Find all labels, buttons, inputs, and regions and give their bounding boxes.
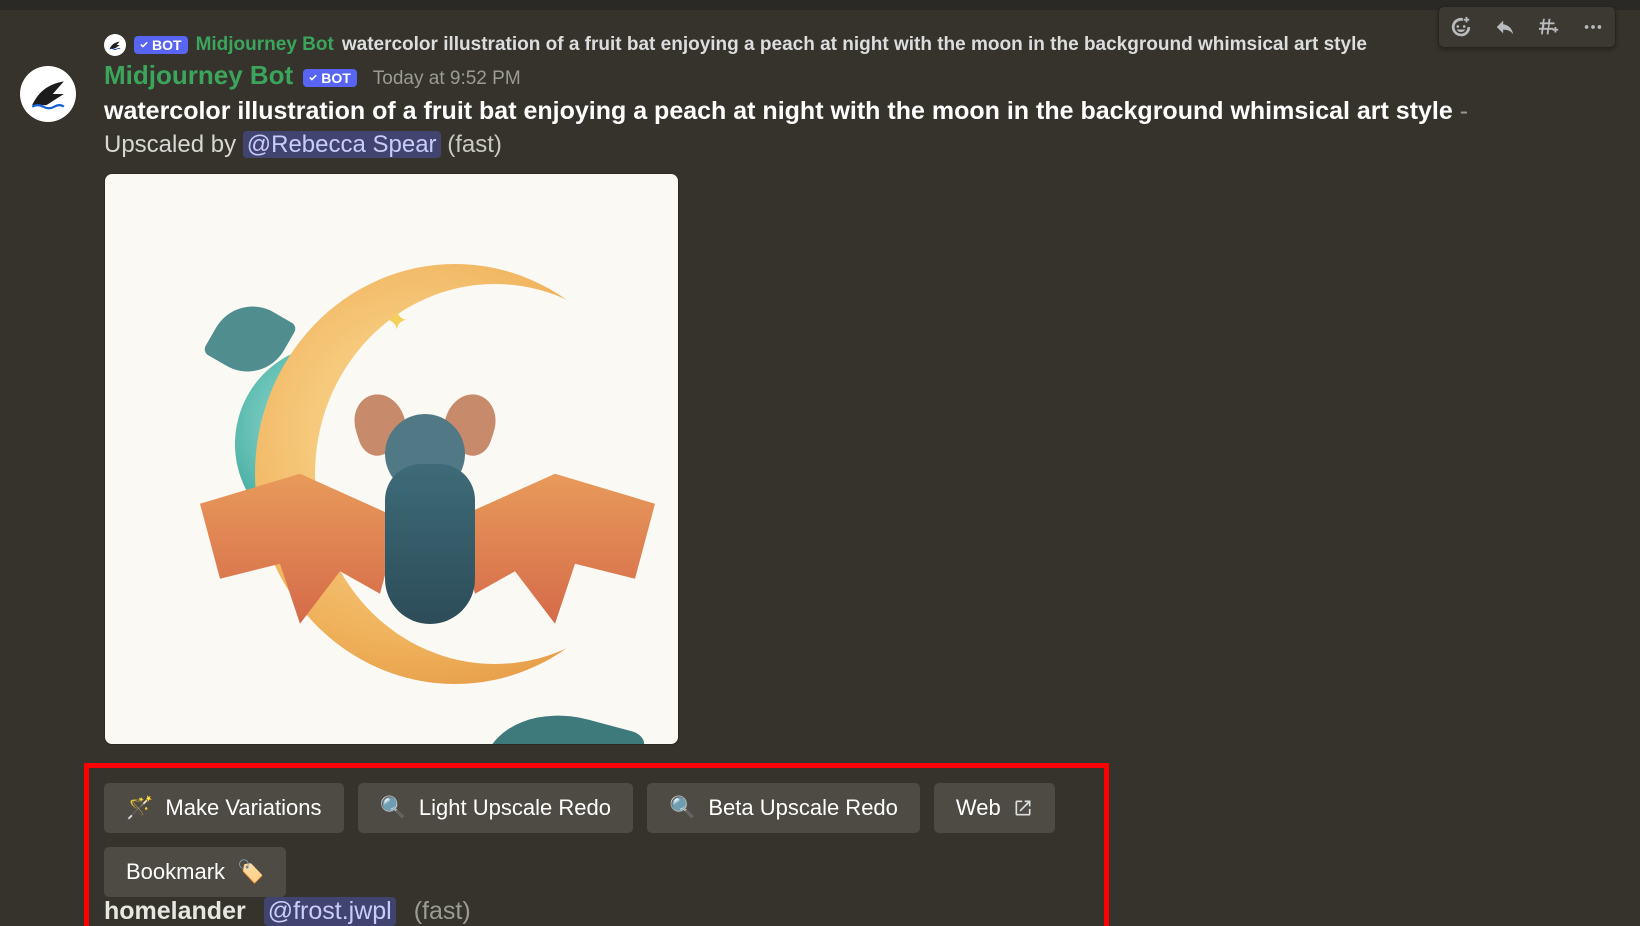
reply-icon — [1494, 16, 1516, 38]
image-attachment[interactable]: ✦ — [104, 173, 679, 745]
button-row-2: Bookmark 🏷️ — [104, 847, 1330, 897]
button-label: Bookmark — [126, 859, 225, 885]
message: Midjourney Bot BOT Today at 9:52 PM wate… — [0, 60, 1640, 926]
bot-avatar-icon — [29, 75, 67, 113]
wand-icon: 🪄 — [126, 797, 153, 819]
message-header: Midjourney Bot BOT Today at 9:52 PM — [104, 60, 1640, 91]
verified-check-icon — [138, 39, 150, 51]
button-label: Beta Upscale Redo — [708, 795, 898, 821]
bot-avatar-icon — [108, 38, 122, 52]
more-icon — [1582, 16, 1604, 38]
button-label: Web — [956, 795, 1001, 821]
create-thread-icon — [1538, 16, 1560, 38]
render-mode: (fast) — [441, 131, 502, 158]
reply-reference[interactable]: BOT Midjourney Bot watercolor illustrati… — [104, 34, 1624, 56]
button-label: Make Variations — [165, 795, 321, 821]
verified-check-icon — [307, 72, 319, 84]
bot-tag: BOT — [303, 69, 357, 87]
light-upscale-redo-button[interactable]: 🔍 Light Upscale Redo — [358, 783, 633, 833]
web-link-button[interactable]: Web — [934, 783, 1055, 833]
reply-author-avatar — [104, 34, 126, 56]
button-row-1: 🪄 Make Variations 🔍 Light Upscale Redo 🔍… — [104, 783, 1330, 833]
more-actions-button[interactable] — [1571, 7, 1615, 47]
button-label: Light Upscale Redo — [419, 795, 611, 821]
beta-upscale-redo-button[interactable]: 🔍 Beta Upscale Redo — [647, 783, 920, 833]
reply-preview-text: watercolor illustration of a fruit bat e… — [342, 34, 1367, 56]
reply-author-name[interactable]: Midjourney Bot — [196, 34, 334, 56]
upscaled-prefix: Upscaled by — [104, 131, 243, 158]
bot-tag: BOT — [134, 36, 188, 54]
bot-tag-text: BOT — [321, 70, 351, 86]
magnify-icon: 🔍 — [380, 797, 407, 819]
prompt-suffix: - — [1453, 97, 1468, 125]
add-reaction-icon — [1450, 16, 1472, 38]
user-mention[interactable]: @Rebecca Spear — [243, 131, 441, 158]
author-avatar[interactable] — [20, 66, 76, 122]
upscale-info: Upscaled by @Rebecca Spear (fast) — [104, 131, 1640, 159]
create-thread-button[interactable] — [1527, 7, 1571, 47]
bookmark-button[interactable]: Bookmark 🏷️ — [104, 847, 286, 897]
message-content: watercolor illustration of a fruit bat e… — [104, 95, 1640, 129]
reply-button[interactable] — [1483, 7, 1527, 47]
author-name[interactable]: Midjourney Bot — [104, 60, 293, 91]
magnify-icon: 🔍 — [669, 797, 696, 819]
message-hover-actions — [1438, 6, 1616, 48]
tag-icon: 🏷️ — [237, 861, 264, 883]
make-variations-button[interactable]: 🪄 Make Variations — [104, 783, 344, 833]
bot-tag-text: BOT — [152, 37, 182, 53]
add-reaction-button[interactable] — [1439, 7, 1483, 47]
external-link-icon — [1013, 798, 1033, 818]
message-timestamp: Today at 9:52 PM — [373, 68, 521, 90]
prompt-text: watercolor illustration of a fruit bat e… — [104, 97, 1453, 125]
